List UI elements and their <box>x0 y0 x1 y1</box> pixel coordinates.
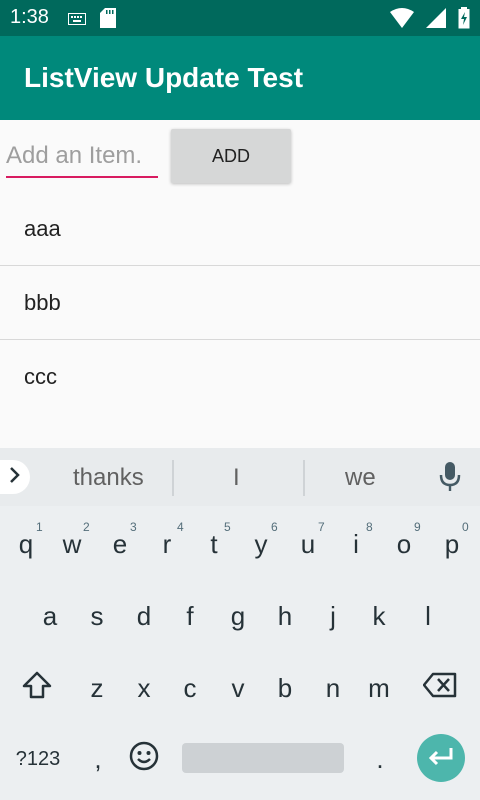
key-m[interactable]: m <box>357 660 401 716</box>
shift-icon <box>22 671 52 706</box>
shift-key[interactable] <box>15 660 59 716</box>
comma-key[interactable]: , <box>76 731 120 787</box>
suggestion-divider <box>303 460 305 496</box>
item-list: aaa bbb ccc <box>0 192 480 413</box>
key-hint-6: 6 <box>271 520 278 534</box>
list-item[interactable]: bbb <box>0 266 480 340</box>
key-hint-3: 3 <box>130 520 137 534</box>
key-hint-1: 1 <box>36 520 43 534</box>
key-a[interactable]: a <box>28 588 72 644</box>
keyboard-icon <box>68 12 86 30</box>
suggestion-3[interactable]: we <box>345 464 376 492</box>
key-b[interactable]: b <box>263 660 307 716</box>
sd-card-icon <box>100 8 116 33</box>
app-bar: ListView Update Test <box>0 36 480 120</box>
key-h[interactable]: h <box>263 588 307 644</box>
key-l[interactable]: l <box>406 588 450 644</box>
status-time: 1:38 <box>10 6 49 28</box>
key-hint-2: 2 <box>83 520 90 534</box>
chevron-right-icon <box>9 466 21 489</box>
space-key[interactable] <box>182 743 344 773</box>
enter-icon <box>427 746 455 771</box>
key-hint-0: 0 <box>462 520 469 534</box>
suggestion-divider <box>172 460 174 496</box>
suggestion-1[interactable]: thanks <box>73 464 144 492</box>
key-hint-7: 7 <box>318 520 325 534</box>
key-hint-5: 5 <box>224 520 231 534</box>
signal-icon <box>426 8 446 33</box>
backspace-icon <box>422 672 457 705</box>
item-input[interactable] <box>6 136 158 178</box>
battery-icon <box>458 7 470 34</box>
key-v[interactable]: v <box>216 660 260 716</box>
emoji-key[interactable] <box>122 731 166 787</box>
key-hint-8: 8 <box>366 520 373 534</box>
key-f[interactable]: f <box>168 588 212 644</box>
microphone-icon[interactable] <box>439 462 461 497</box>
emoji-icon <box>129 741 159 778</box>
suggestion-2[interactable]: I <box>233 464 240 492</box>
status-bar: 1:38 <box>0 0 480 36</box>
key-hint-9: 9 <box>414 520 421 534</box>
symbols-key[interactable]: ?123 <box>6 731 70 787</box>
key-s[interactable]: s <box>75 588 119 644</box>
key-j[interactable]: j <box>311 588 355 644</box>
page-title: ListView Update Test <box>24 62 304 93</box>
suggestion-bar: thanks I we <box>0 448 480 506</box>
list-item[interactable]: ccc <box>0 340 480 413</box>
period-key[interactable]: . <box>358 731 402 787</box>
enter-key[interactable] <box>417 734 465 782</box>
add-item-form: ADD <box>0 120 480 192</box>
list-item[interactable]: aaa <box>0 192 480 266</box>
key-g[interactable]: g <box>216 588 260 644</box>
add-button[interactable]: ADD <box>171 129 291 183</box>
key-x[interactable]: x <box>122 660 166 716</box>
key-c[interactable]: c <box>168 660 212 716</box>
key-d[interactable]: d <box>122 588 166 644</box>
backspace-key[interactable] <box>418 660 462 716</box>
expand-toolbar-button[interactable] <box>0 460 30 494</box>
key-hint-4: 4 <box>177 520 184 534</box>
key-k[interactable]: k <box>357 588 401 644</box>
wifi-icon <box>390 8 414 33</box>
key-n[interactable]: n <box>311 660 355 716</box>
key-z[interactable]: z <box>75 660 119 716</box>
